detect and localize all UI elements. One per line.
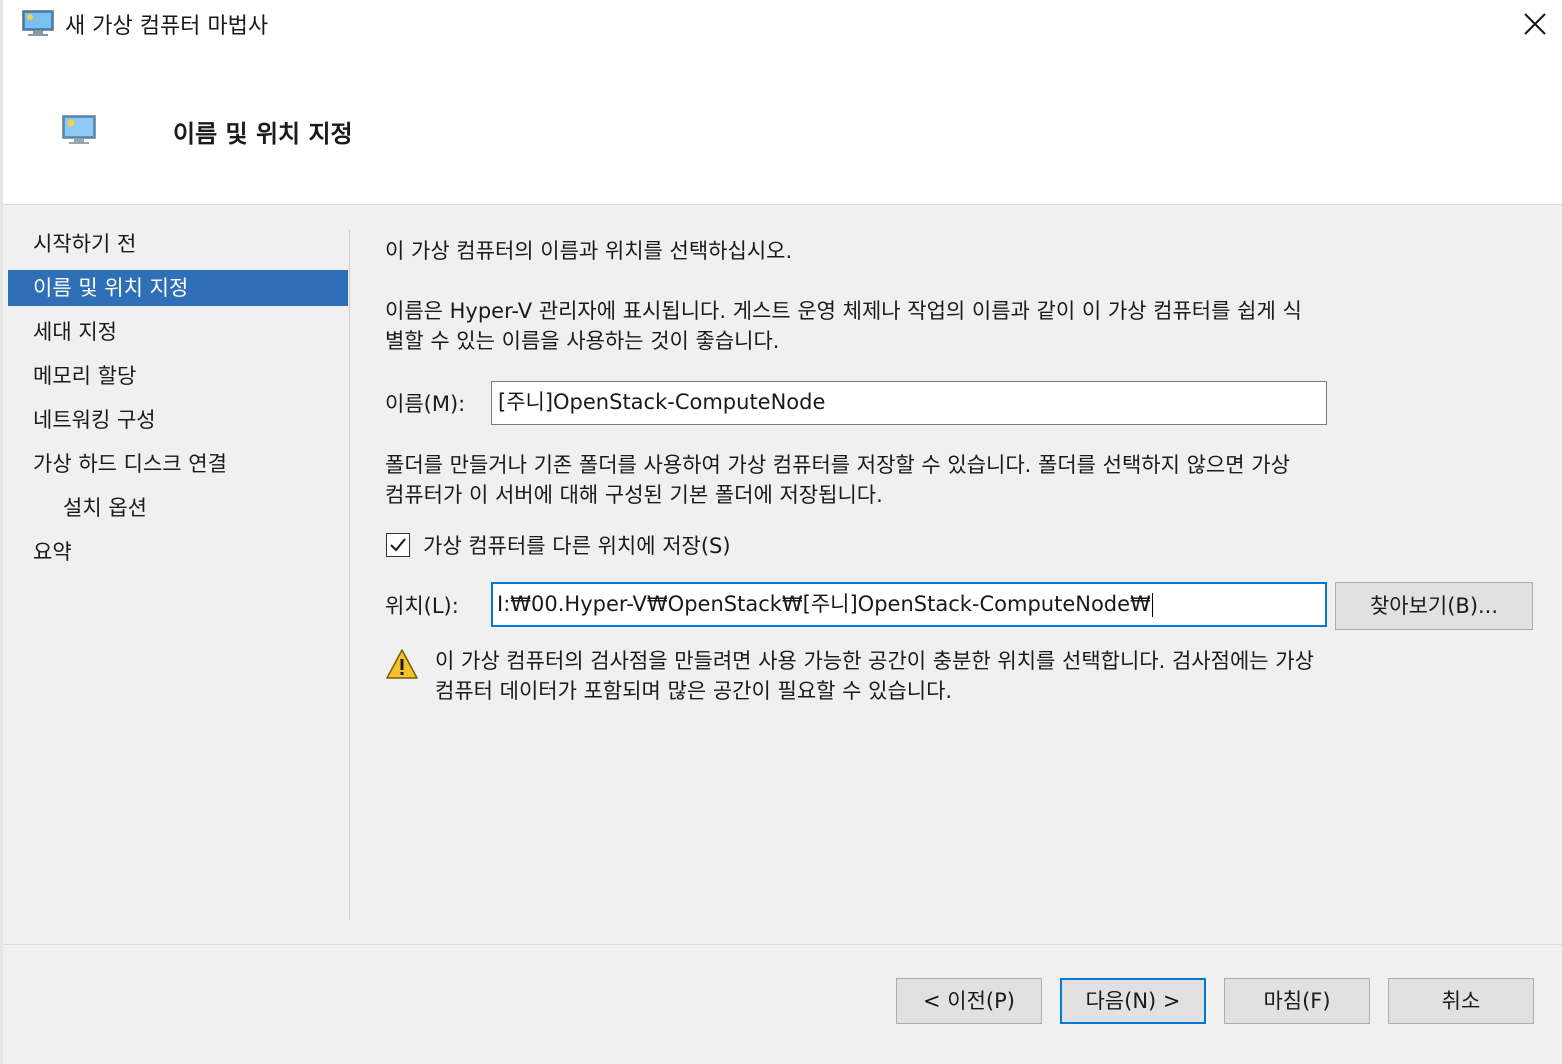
browse-button[interactable]: 찾아보기(B)...	[1335, 582, 1533, 630]
virtual-machine-icon	[62, 115, 96, 144]
nav-step-name-location[interactable]: 이름 및 위치 지정	[8, 270, 348, 306]
name-help-text: 이름은 Hyper-V 관리자에 표시됩니다. 게스트 운영 체제나 작업의 이…	[385, 296, 1515, 356]
checkmark-icon	[389, 537, 406, 551]
wizard-window: 새 가상 컴퓨터 마법사 이름 및 위치 지정 시작하기 전 이름 및 위치 지…	[0, 0, 1562, 1064]
cancel-button[interactable]: 취소	[1388, 978, 1534, 1024]
wizard-steps-nav: 시작하기 전 이름 및 위치 지정 세대 지정 메모리 할당 네트워킹 구성 가…	[3, 226, 348, 578]
page-title: 이름 및 위치 지정	[173, 120, 353, 148]
folder-help-line: 컴퓨터가 이 서버에 대해 구성된 기본 폴더에 저장됩니다.	[385, 483, 883, 507]
footer-divider	[3, 944, 1562, 945]
close-button[interactable]	[1505, 0, 1562, 48]
nav-step-networking[interactable]: 네트워킹 구성	[3, 402, 348, 438]
text-caret	[1151, 593, 1154, 617]
nav-step-generation[interactable]: 세대 지정	[3, 314, 348, 350]
nav-step-before-you-begin[interactable]: 시작하기 전	[3, 226, 348, 262]
folder-help-line: 폴더를 만들거나 기존 폴더를 사용하여 가상 컴퓨터를 저장할 수 있습니다.…	[385, 453, 1290, 477]
store-elsewhere-checkbox[interactable]	[386, 533, 410, 557]
warning-icon	[386, 649, 418, 679]
wizard-header: 이름 및 위치 지정	[3, 48, 1562, 205]
warning-text: 이 가상 컴퓨터의 검사점을 만들려면 사용 가능한 공간이 충분한 위치를 선…	[435, 646, 1535, 706]
location-label: 위치(L):	[385, 594, 459, 618]
next-button[interactable]: 다음(N) >	[1060, 978, 1206, 1024]
nav-step-virtual-hard-disk[interactable]: 가상 하드 디스크 연결	[3, 446, 348, 482]
folder-help-text: 폴더를 만들거나 기존 폴더를 사용하여 가상 컴퓨터를 저장할 수 있습니다.…	[385, 450, 1515, 510]
nav-step-summary[interactable]: 요약	[3, 534, 348, 570]
close-icon	[1524, 13, 1546, 35]
intro-text: 이 가상 컴퓨터의 이름과 위치를 선택하십시오.	[385, 239, 793, 263]
nav-step-install-options[interactable]: 설치 옵션	[3, 490, 348, 526]
nav-divider	[349, 230, 350, 920]
name-label: 이름(M):	[385, 392, 466, 416]
previous-button[interactable]: < 이전(P)	[896, 978, 1042, 1024]
warning-line: 이 가상 컴퓨터의 검사점을 만들려면 사용 가능한 공간이 충분한 위치를 선…	[435, 649, 1314, 673]
window-title: 새 가상 컴퓨터 마법사	[65, 14, 269, 39]
warning-line: 컴퓨터 데이터가 포함되며 많은 공간이 필요할 수 있습니다.	[435, 679, 953, 703]
title-bar: 새 가상 컴퓨터 마법사	[3, 0, 1562, 48]
name-help-line: 이름은 Hyper-V 관리자에 표시됩니다. 게스트 운영 체제나 작업의 이…	[385, 299, 1302, 323]
nav-step-memory[interactable]: 메모리 할당	[3, 358, 348, 394]
location-value: I:₩00.Hyper-V₩OpenStack₩[주니]OpenStack-Co…	[497, 592, 1151, 616]
name-help-line: 별할 수 있는 이름을 사용하는 것이 좋습니다.	[385, 329, 780, 353]
location-input[interactable]: I:₩00.Hyper-V₩OpenStack₩[주니]OpenStack-Co…	[491, 582, 1327, 627]
store-elsewhere-label[interactable]: 가상 컴퓨터를 다른 위치에 저장(S)	[423, 530, 731, 560]
finish-button[interactable]: 마침(F)	[1224, 978, 1370, 1024]
virtual-machine-icon	[22, 10, 54, 36]
name-input[interactable]: [주니]OpenStack-ComputeNode	[491, 381, 1327, 425]
